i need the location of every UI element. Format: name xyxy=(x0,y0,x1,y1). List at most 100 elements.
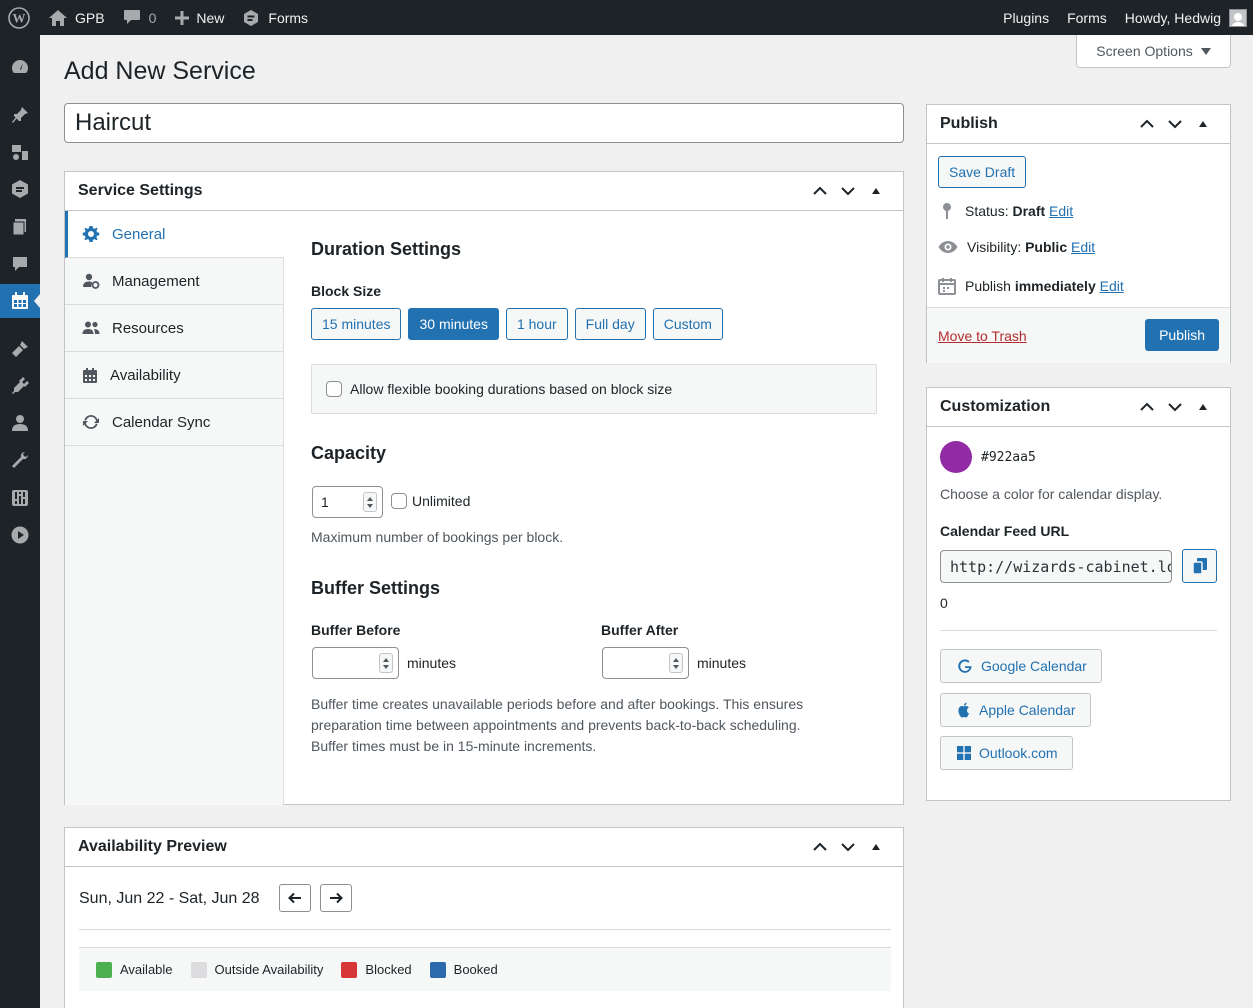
previous-week-button[interactable] xyxy=(279,884,311,912)
buffer-after-input[interactable] xyxy=(602,647,689,679)
move-down-icon[interactable] xyxy=(834,173,862,209)
color-value: #922aa5 xyxy=(981,450,1036,465)
block-option-custom[interactable]: Custom xyxy=(652,308,723,340)
move-up-icon[interactable] xyxy=(806,829,834,865)
legend-label: Booked xyxy=(453,962,498,977)
plugins-link[interactable]: Plugins xyxy=(994,0,1058,35)
forms-right-link[interactable]: Forms xyxy=(1058,0,1116,35)
screen-options-button[interactable]: Screen Options xyxy=(1076,35,1231,68)
google-calendar-button[interactable]: Google Calendar xyxy=(940,649,1102,683)
block-option-1-hour[interactable]: 1 hour xyxy=(505,308,568,340)
post-title-input[interactable]: Haircut xyxy=(64,103,904,143)
copy-url-button[interactable] xyxy=(1182,549,1217,583)
greeting: Howdy, Hedwig xyxy=(1124,9,1221,26)
customization-header: Customization xyxy=(927,388,1230,427)
edit-status-link[interactable]: Edit xyxy=(1049,203,1073,219)
capacity-input[interactable]: 1 xyxy=(312,486,383,518)
settings-tabs: General Management Resources Availabilit… xyxy=(65,211,284,805)
wordpress-logo-icon[interactable]: W xyxy=(0,0,39,35)
eye-icon xyxy=(938,241,958,253)
buffer-after-stepper[interactable] xyxy=(669,653,683,673)
tab-availability[interactable]: Availability xyxy=(65,352,283,399)
unlimited-checkbox[interactable] xyxy=(391,493,407,509)
status-row: Status: Draft Edit xyxy=(938,202,1073,220)
page-title: Add New Service xyxy=(64,57,256,85)
unlimited-row: Unlimited xyxy=(391,493,470,509)
legend-swatch xyxy=(96,961,112,978)
capacity-stepper[interactable] xyxy=(363,492,377,512)
feed-url-overflow: 0 xyxy=(940,595,948,611)
visibility-row: Visibility: Public Edit xyxy=(938,239,1095,255)
play-menu-icon[interactable] xyxy=(0,518,40,552)
next-week-button[interactable] xyxy=(320,884,352,912)
availability-preview-box: Availability Preview Sun, Jun 22 - Sat, … xyxy=(64,827,904,1008)
availability-preview-header: Availability Preview xyxy=(65,828,903,867)
forms-link[interactable]: Forms xyxy=(233,0,317,35)
comments-link[interactable]: 0 xyxy=(114,0,166,35)
move-down-icon[interactable] xyxy=(1161,389,1189,425)
status-label: Status: xyxy=(965,203,1009,219)
move-up-icon[interactable] xyxy=(1133,106,1161,142)
new-content-link[interactable]: New xyxy=(165,0,233,35)
block-option-30-minutes[interactable]: 30 minutes xyxy=(408,308,499,340)
pin-icon xyxy=(943,203,951,219)
media-menu-icon[interactable] xyxy=(0,135,40,169)
move-down-icon[interactable] xyxy=(1161,106,1189,142)
block-option-15-minutes[interactable]: 15 minutes xyxy=(311,308,402,340)
appearance-menu-icon[interactable] xyxy=(0,332,40,366)
save-draft-button[interactable]: Save Draft xyxy=(938,156,1027,188)
group-icon xyxy=(82,321,100,334)
toggle-panel-icon[interactable] xyxy=(1189,106,1217,142)
toggle-panel-icon[interactable] xyxy=(862,173,890,209)
buffer-after-label: Buffer After xyxy=(601,622,679,638)
toggle-panel-icon[interactable] xyxy=(1189,389,1217,425)
my-account-link[interactable]: Howdy, Hedwig xyxy=(1116,0,1253,35)
tab-resources[interactable]: Resources xyxy=(65,305,283,352)
forms-menu-icon[interactable] xyxy=(0,172,40,206)
color-swatch[interactable] xyxy=(940,441,972,473)
move-to-trash-link[interactable]: Move to Trash xyxy=(938,328,1027,344)
buffer-before-stepper[interactable] xyxy=(379,653,393,673)
block-size-label: Block Size xyxy=(311,283,382,299)
edit-visibility-link[interactable]: Edit xyxy=(1071,239,1095,255)
feed-url-value: http://wizards-cabinet.lo xyxy=(950,557,1172,576)
dashboard-menu-icon[interactable] xyxy=(0,50,40,84)
edit-schedule-link[interactable]: Edit xyxy=(1100,278,1124,294)
calendar-icon xyxy=(938,278,956,295)
publish-header: Publish xyxy=(927,105,1230,144)
pin-menu-icon[interactable] xyxy=(0,98,40,132)
flexible-duration-checkbox[interactable] xyxy=(326,381,342,397)
tools-menu-icon[interactable] xyxy=(0,443,40,477)
tab-management[interactable]: Management xyxy=(65,258,283,305)
publish-button[interactable]: Publish xyxy=(1145,319,1219,351)
move-up-icon[interactable] xyxy=(1133,389,1161,425)
pages-menu-icon[interactable] xyxy=(0,210,40,244)
divider xyxy=(940,630,1217,631)
outlook-calendar-button[interactable]: Outlook.com xyxy=(940,736,1073,770)
buffer-before-input[interactable] xyxy=(312,647,399,679)
buffer-help-line-2: preparation time between appointments an… xyxy=(311,717,801,733)
apple-icon xyxy=(958,702,969,718)
tab-label: Calendar Sync xyxy=(112,413,211,431)
caret-down-icon xyxy=(1200,47,1211,55)
move-down-icon[interactable] xyxy=(834,829,862,865)
block-option-full-day[interactable]: Full day xyxy=(574,308,646,340)
buffer-help-line-1: Buffer time creates unavailable periods … xyxy=(311,696,804,712)
arrow-left-icon xyxy=(288,892,301,904)
toggle-panel-icon[interactable] xyxy=(862,829,890,865)
site-name-link[interactable]: GPB xyxy=(39,0,114,35)
unlimited-label: Unlimited xyxy=(412,493,471,509)
settings-menu-icon[interactable] xyxy=(0,481,40,515)
publish-value: immediately xyxy=(1014,278,1096,294)
feed-url-field[interactable]: http://wizards-cabinet.lo xyxy=(940,550,1172,583)
calendar-menu-icon[interactable] xyxy=(0,284,40,318)
forms-label: Forms xyxy=(268,9,309,26)
tab-general[interactable]: General xyxy=(65,211,284,258)
plugins-menu-icon[interactable] xyxy=(0,369,40,403)
comments-menu-icon[interactable] xyxy=(0,247,40,281)
move-up-icon[interactable] xyxy=(806,173,834,209)
legend-label: Outside Availability xyxy=(214,962,324,977)
tab-calendar-sync[interactable]: Calendar Sync xyxy=(65,399,283,446)
users-menu-icon[interactable] xyxy=(0,406,40,440)
apple-calendar-button[interactable]: Apple Calendar xyxy=(940,693,1091,727)
